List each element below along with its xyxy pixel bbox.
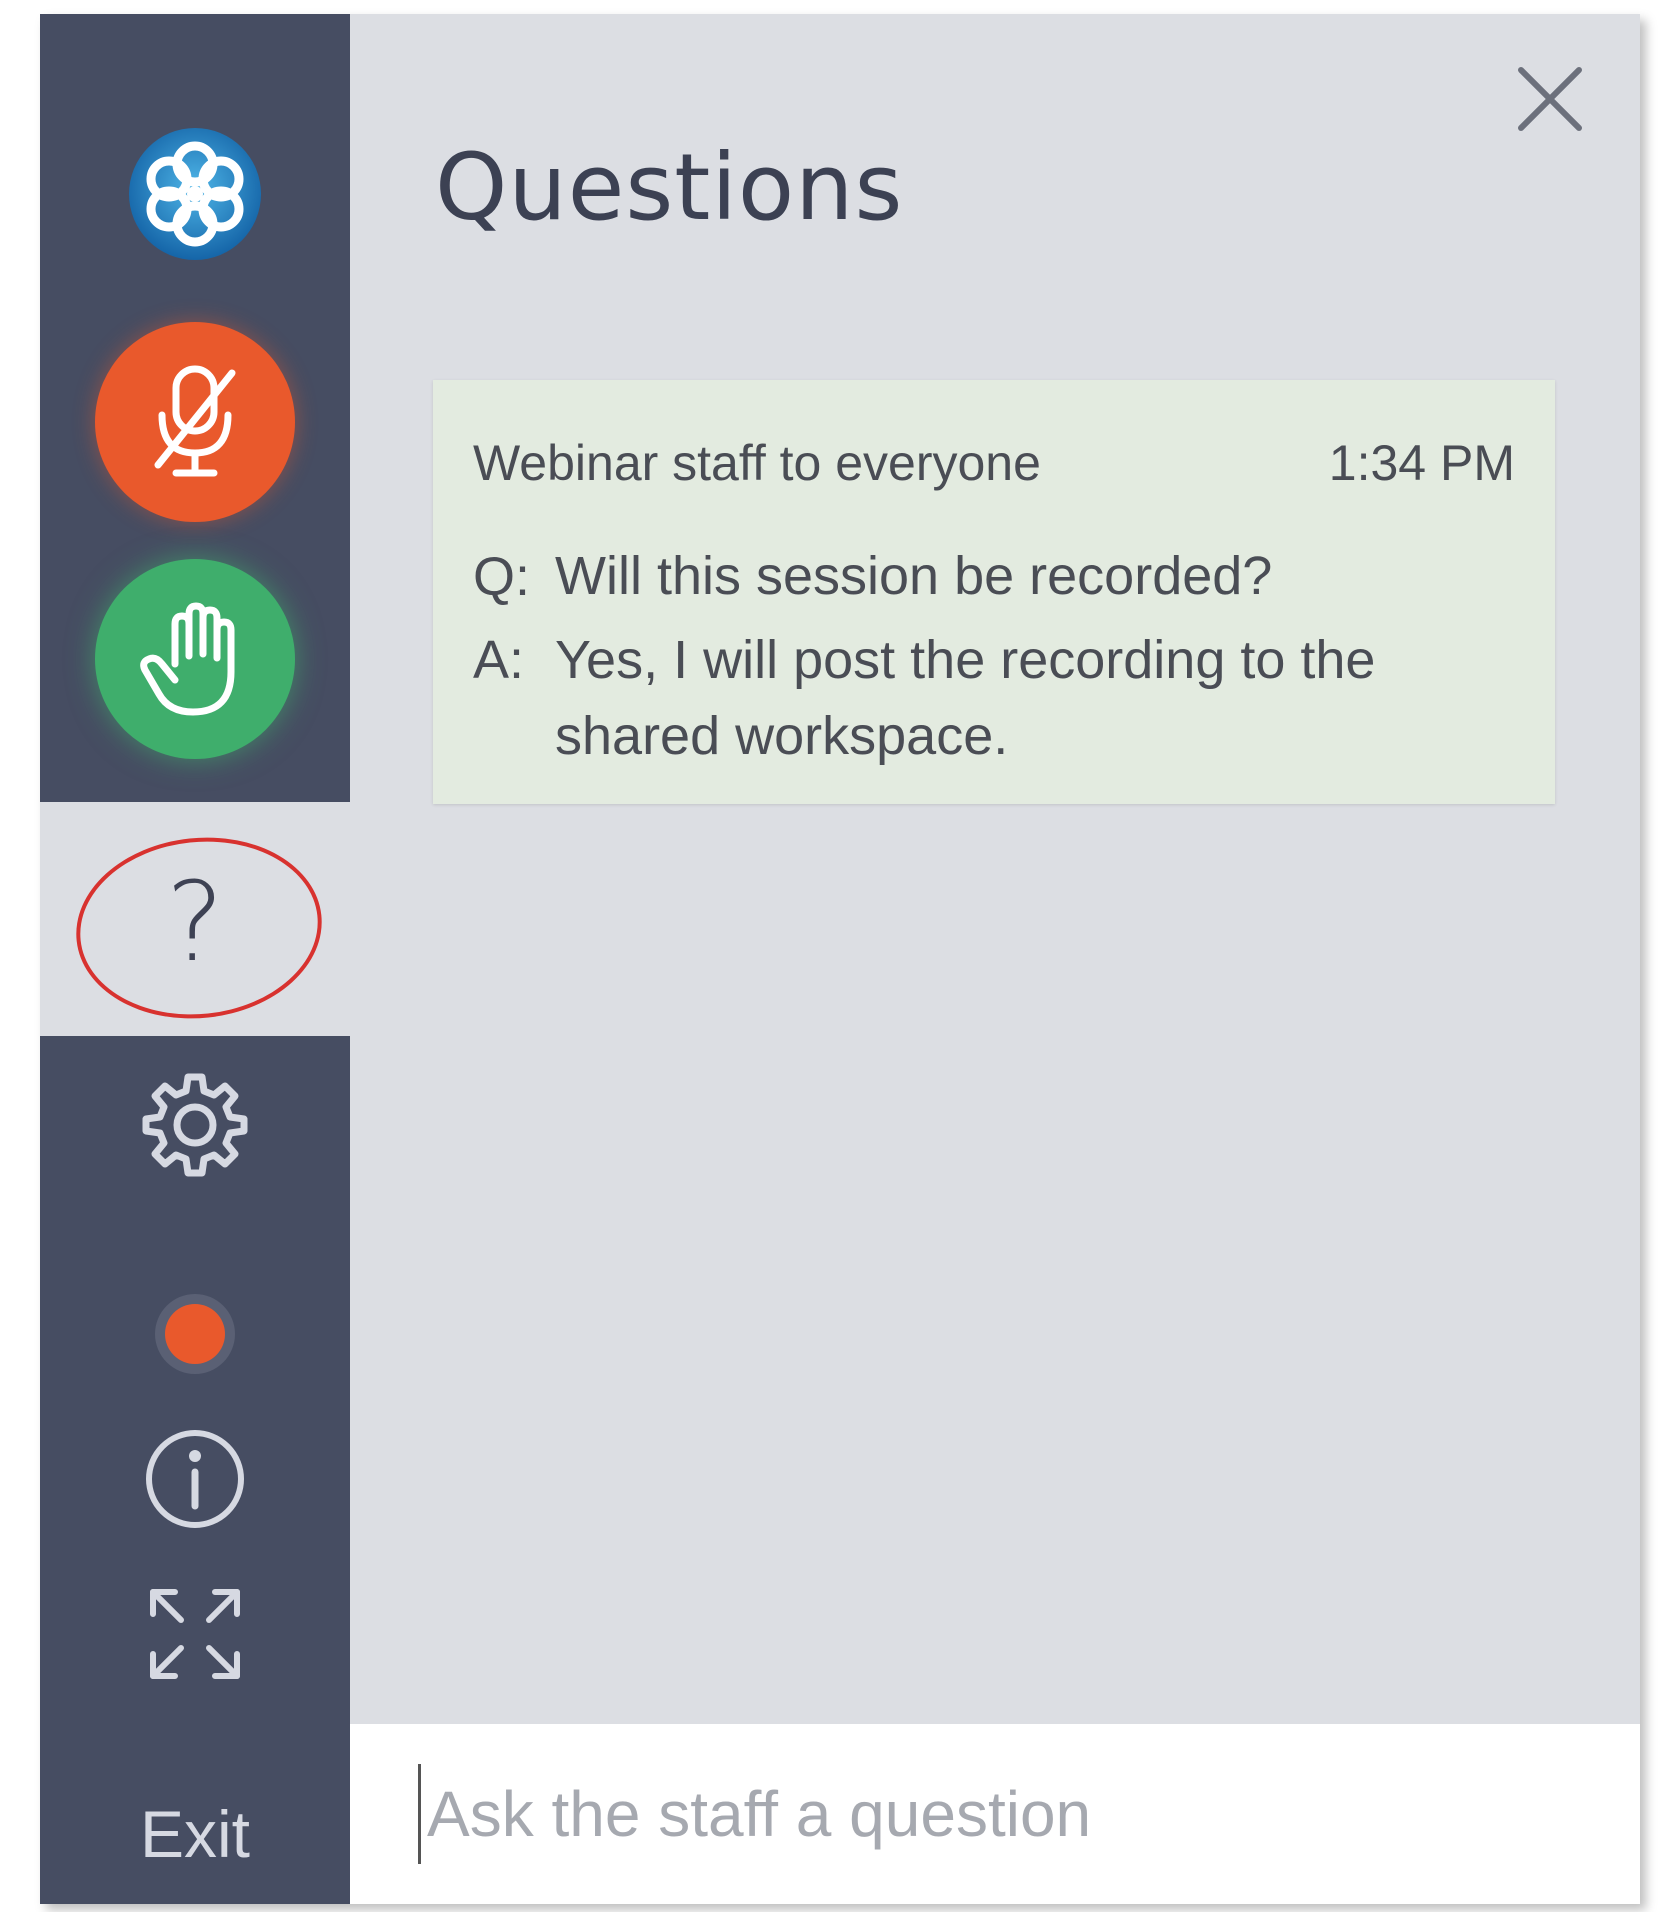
message-sender: Webinar staff to everyone [473, 435, 1041, 491]
question-input-bar [350, 1724, 1640, 1904]
answer-text: Yes, I will post the recording to the sh… [555, 630, 1376, 766]
panel-title: Questions [435, 134, 904, 241]
mic-muted-icon [154, 365, 236, 477]
fullscreen-button[interactable] [135, 1574, 255, 1694]
recording-indicator [150, 1289, 240, 1379]
info-button[interactable] [130, 1414, 260, 1544]
record-dot-icon [155, 1294, 235, 1374]
questions-tab[interactable]: ? [60, 822, 331, 1031]
question-input[interactable] [418, 1764, 1587, 1864]
close-icon [1518, 67, 1582, 131]
info-icon [146, 1430, 244, 1528]
expand-icon [150, 1589, 240, 1679]
question-mark-icon: ? [165, 858, 225, 986]
flower-logo-icon[interactable] [120, 119, 270, 269]
sidebar: ? Exit [40, 14, 350, 1904]
question-card: Webinar staff to everyone 1:34 PM Q: Wil… [433, 380, 1555, 804]
close-button[interactable] [1505, 54, 1595, 144]
settings-button[interactable] [130, 1059, 260, 1189]
question-row: Q: Will this session be recorded? [473, 546, 1515, 608]
mute-button[interactable] [95, 322, 295, 522]
questions-window: ? Exit Questions Webinar staff to everyo… [40, 14, 1640, 1904]
answer-row: A: Yes, I will post the recording to the… [473, 622, 1515, 774]
exit-button[interactable]: Exit [100, 1784, 290, 1884]
question-prefix: Q: [473, 547, 531, 607]
hand-icon [140, 602, 235, 716]
raise-hand-button[interactable] [95, 559, 295, 759]
message-timestamp: 1:34 PM [1328, 435, 1515, 491]
gear-icon [142, 1073, 248, 1177]
question-text: Will this session be recorded? [555, 546, 1273, 606]
answer-prefix: A: [473, 630, 525, 690]
